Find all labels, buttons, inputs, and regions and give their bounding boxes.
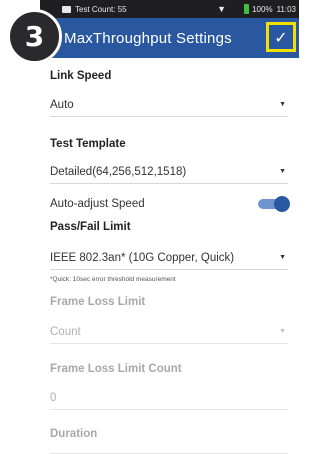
- step-number-badge: 3: [7, 9, 62, 64]
- pass-fail-hint: *Quick: 10sec error threshold measuremen…: [50, 276, 176, 283]
- link-speed-value: Auto: [50, 98, 74, 111]
- pass-fail-select[interactable]: IEEE 802.3an* (10G Copper, Quick) ▼: [50, 246, 288, 270]
- battery-icon: [244, 4, 250, 14]
- auto-adjust-toggle[interactable]: [258, 196, 290, 212]
- pass-fail-value: IEEE 802.3an* (10G Copper, Quick): [50, 251, 235, 264]
- link-speed-label: Link Speed: [50, 70, 112, 82]
- chevron-down-icon: ▼: [279, 328, 286, 335]
- duration-label: Duration: [50, 428, 98, 440]
- wifi-icon: ▼: [217, 4, 227, 14]
- status-title: Test Count: 55: [75, 4, 127, 14]
- pass-fail-label: Pass/Fail Limit: [50, 221, 131, 233]
- test-template-label: Test Template: [50, 138, 126, 150]
- status-bar: Test Count: 55 ▼ 100% 11:03: [40, 0, 299, 18]
- toggle-knob: [274, 196, 290, 212]
- confirm-button[interactable]: ✓: [266, 22, 296, 52]
- test-template-select[interactable]: Detailed(64,256,512,1518) ▼: [50, 160, 288, 184]
- page-title: MaxThroughput Settings: [64, 29, 232, 47]
- app-bar: ← MaxThroughput Settings ✓: [40, 18, 299, 58]
- folder-icon: [62, 5, 71, 13]
- chevron-down-icon: ▼: [279, 254, 286, 261]
- frame-loss-count-value: 0: [50, 391, 57, 404]
- duration-field[interactable]: [50, 446, 288, 454]
- auto-adjust-row: Auto-adjust Speed: [50, 196, 290, 212]
- frame-loss-limit-label: Frame Loss Limit: [50, 296, 146, 308]
- frame-loss-limit-select[interactable]: Count ▼: [50, 320, 288, 344]
- frame-loss-count-label: Frame Loss Limit Count: [50, 363, 182, 375]
- link-speed-select[interactable]: Auto ▼: [50, 93, 288, 117]
- test-template-value: Detailed(64,256,512,1518): [50, 165, 187, 178]
- checkmark-icon: ✓: [274, 27, 288, 47]
- chevron-down-icon: ▼: [279, 168, 286, 175]
- frame-loss-count-input[interactable]: 0: [50, 386, 288, 410]
- settings-form: Link Speed Auto ▼ Test Template Detailed…: [40, 58, 299, 454]
- auto-adjust-label: Auto-adjust Speed: [50, 198, 145, 210]
- device-screen: Test Count: 55 ▼ 100% 11:03 ← MaxThrough…: [40, 0, 299, 454]
- chevron-down-icon: ▼: [279, 101, 286, 108]
- screenshot-frame: 3 Test Count: 55 ▼ 100% 11:03 ← MaxThrou…: [0, 0, 299, 454]
- frame-loss-limit-value: Count: [50, 325, 81, 338]
- battery-percent: 100%: [252, 4, 273, 14]
- status-time: 11:03: [276, 4, 296, 14]
